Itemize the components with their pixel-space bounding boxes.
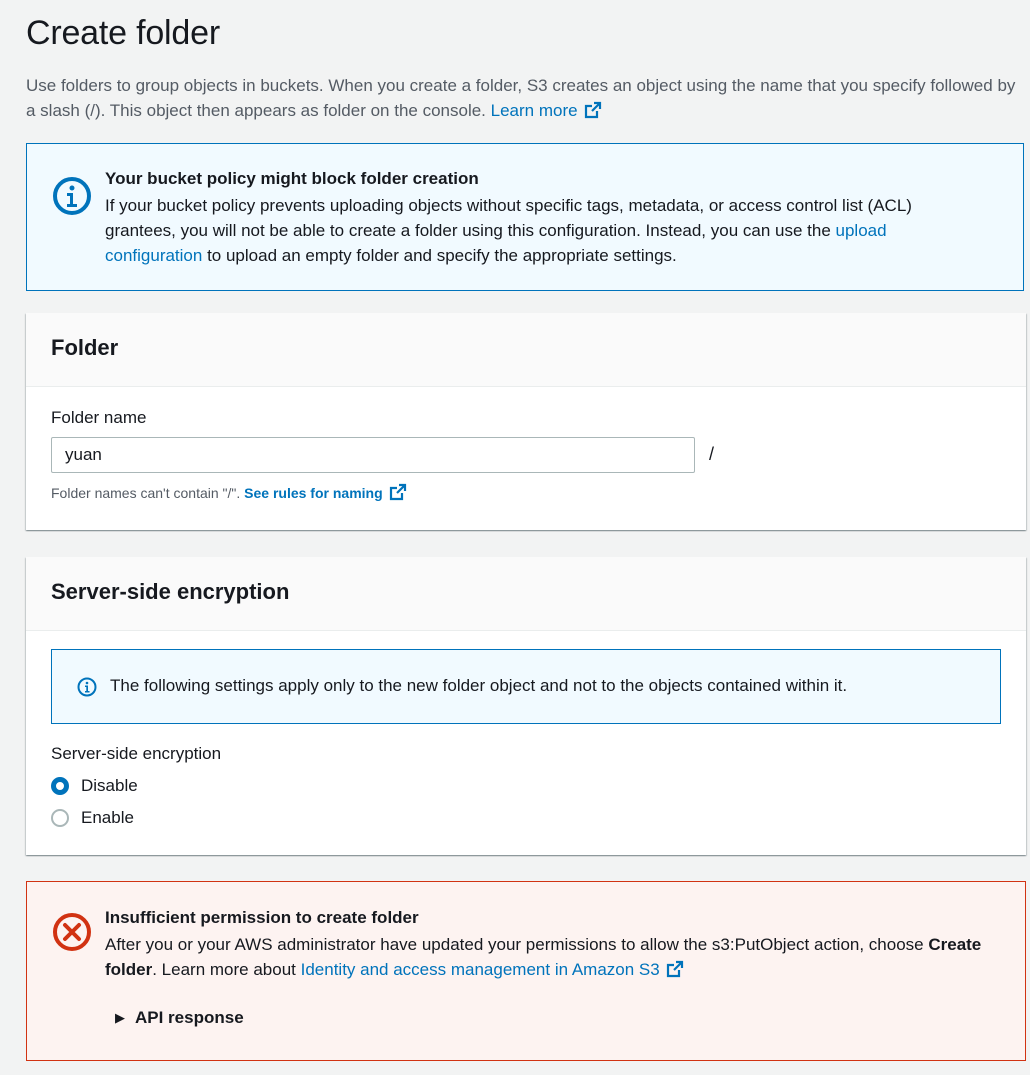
radio-button-unchecked[interactable] — [51, 809, 69, 827]
alert-body: If your bucket policy prevents uploading… — [105, 193, 985, 268]
folder-name-hint: Folder names can't contain "/". See rule… — [51, 483, 407, 501]
caret-right-icon: ▶ — [115, 1010, 125, 1025]
error-body-middle: . Learn more about — [152, 960, 301, 979]
encryption-info-alert: The following settings apply only to the… — [51, 649, 1001, 724]
error-icon — [53, 913, 91, 951]
error-body-text: After you or your AWS administrator have… — [105, 935, 929, 954]
info-icon — [53, 177, 91, 215]
encryption-info-text: The following settings apply only to the… — [110, 676, 848, 695]
folder-panel: Folder Folder name / Folder names can't … — [26, 313, 1026, 530]
radio-disable-label: Disable — [81, 776, 138, 795]
alert-title: Your bucket policy might block folder cr… — [105, 169, 479, 188]
alert-body-text-end: to upload an empty folder and specify th… — [202, 246, 677, 265]
learn-more-label: Learn more — [490, 101, 578, 120]
folder-name-label: Folder name — [51, 408, 147, 427]
iam-link[interactable]: Identity and access management in Amazon… — [301, 960, 684, 979]
error-body: After you or your AWS administrator have… — [105, 932, 1005, 982]
api-response-expander[interactable]: ▶ API response — [115, 1008, 244, 1028]
encryption-panel: Server-side encryption The following set… — [26, 557, 1026, 855]
folder-name-input[interactable] — [51, 437, 695, 473]
radio-button-checked[interactable] — [51, 777, 69, 795]
api-response-label: API response — [135, 1008, 244, 1027]
learn-more-link[interactable]: Learn more — [491, 101, 602, 120]
external-link-icon — [389, 483, 406, 501]
page-title: Create folder — [26, 14, 220, 52]
alert-body-text: If your bucket policy prevents uploading… — [105, 196, 912, 240]
naming-rules-link[interactable]: See rules for naming — [244, 483, 406, 501]
folder-panel-title: Folder — [51, 335, 119, 360]
bucket-policy-alert: Your bucket policy might block folder cr… — [26, 143, 1024, 291]
external-link-icon — [666, 960, 683, 978]
encryption-label: Server-side encryption — [51, 744, 222, 763]
page-description: Use folders to group objects in buckets.… — [26, 73, 1016, 123]
hint-text: Folder names can't contain "/". — [51, 485, 241, 501]
error-title: Insufficient permission to create folder — [105, 908, 419, 927]
external-link-icon — [584, 101, 601, 119]
folder-panel-header: Folder — [26, 313, 1026, 387]
folder-slash: / — [709, 444, 715, 464]
radio-enable-label: Enable — [81, 808, 134, 827]
encryption-panel-header: Server-side encryption — [26, 557, 1026, 631]
encryption-panel-title: Server-side encryption — [51, 579, 290, 604]
info-icon — [77, 677, 97, 697]
permission-error-alert: Insufficient permission to create folder… — [26, 881, 1026, 1061]
iam-link-label: Identity and access management in Amazon… — [300, 960, 660, 979]
naming-rules-label: See rules for naming — [244, 485, 383, 501]
